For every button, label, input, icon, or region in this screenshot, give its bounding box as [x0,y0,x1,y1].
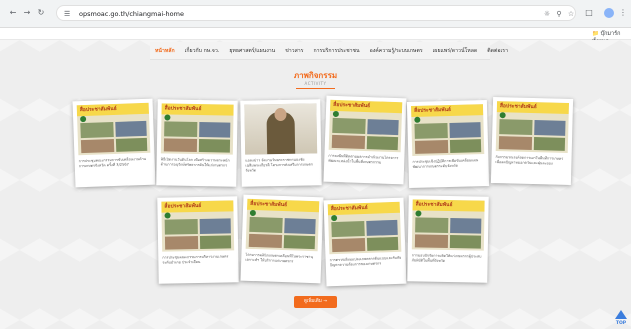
card-thumbnail: สื่อประชาสัมพันธ์ [410,104,485,156]
card-caption: การประชุมคณะกรรมการบริหารงานเกษตรระดับอำ… [162,254,229,265]
menu-item-contact[interactable]: ติดต่อเรา [482,42,513,60]
activity-card[interactable]: สื่อประชาสัมพันธ์ การประชุมเชิงปฏิบัติกา… [406,99,490,189]
arrow-up-icon [615,310,627,319]
menu-item-knowledge[interactable]: องค์ความรู้/ระบบเกษตร [365,42,428,60]
activity-card[interactable]: สื่อประชาสัมพันธ์ โครงการคลินิกเกษตรเคลื… [240,194,324,284]
forward-icon[interactable]: → [22,8,32,18]
bookmarks-bar: 📁 บุ๊กมาร์กทั้งหมด [0,28,631,45]
activity-card[interactable]: สื่อประชาสัมพันธ์ การประชุมคณะกรรมการบริ… [157,196,239,284]
main-menu: หน้าหลัก เกี่ยวกับ กษ.จว. ยุทธศาสตร์/แผน… [150,42,508,60]
bookmark-star-icon[interactable]: ☆ [566,9,576,19]
card-caption: การลงพื้นที่ติดตามผลการดำเนินงานโครงการพ… [328,153,399,165]
card-thumbnail: สื่อประชาสัมพันธ์ [328,99,403,153]
translate-icon[interactable]: ☼ [542,9,552,19]
back-icon[interactable]: ← [8,8,18,18]
activity-card[interactable]: สื่อประชาสัมพันธ์ การตรวจเยี่ยมแปลงเกษตร… [323,197,407,287]
card-caption: แถลงข่าว จัดงานวันพระราชทานธงชัยเฉลิมพระ… [245,157,313,173]
card-caption: พิธีเปิดงานวันดินโลก เพื่อสร้างความตระหน… [160,157,230,168]
card-thumbnail: สื่อประชาสัมพันธ์ [76,102,151,156]
card-thumbnail: สื่อประชาสัมพันธ์ [161,200,235,252]
section-underline [296,88,335,89]
section-subtitle: ACTIVITY [304,81,327,86]
card-caption: การมอบปัจจัยการผลิตให้แก่เกษตรกรผู้ประสบ… [411,253,482,263]
view-more-button[interactable]: ดูเพิ่มเติม → [294,296,337,308]
menu-item-strategy[interactable]: ยุทธศาสตร์/แผนงาน [224,42,280,60]
menu-item-downloads[interactable]: เผยแพร่/ดาวน์โหลด [428,42,483,60]
card-caption: การตรวจเยี่ยมแปลงเกษตรกรต้นแบบและรับฟังป… [329,255,402,268]
card-thumbnail [244,103,318,155]
activity-card[interactable]: สื่อประชาสัมพันธ์ พิธีเปิดงานวันดินโลก เ… [156,99,238,187]
menu-item-news[interactable]: ข่าวสาร [280,42,308,60]
top-label: TOP [615,321,627,326]
activity-card[interactable]: สื่อประชาสัมพันธ์ การมอบปัจจัยการผลิตให้… [407,195,489,283]
menu-item-home[interactable]: หน้าหลัก [150,42,180,60]
card-caption: การประชุมเชิงปฏิบัติการเพื่อขับเคลื่อนแผ… [412,158,479,169]
card-thumbnail: สื่อประชาสัมพันธ์ [495,101,570,153]
activity-card[interactable]: สื่อประชาสัมพันธ์ กิจกรรมรณรงค์ลดการเผาใ… [490,96,574,186]
card-caption: โครงการคลินิกเกษตรเคลื่อนที่ในพระราชานุเ… [245,252,314,264]
activity-card[interactable]: แถลงข่าว จัดงานวันพระราชทานธงชัยเฉลิมพระ… [240,99,322,187]
zoom-icon[interactable]: ⚲ [554,9,564,19]
card-caption: การประชุมคณะกรรมการขับเคลื่อนงานด้านการเ… [78,156,147,169]
profile-avatar[interactable] [604,8,614,18]
page-content: หน้าหลัก เกี่ยวกับ กษ.จว. ยุทธศาสตร์/แผน… [0,40,631,329]
card-thumbnail: สื่อประชาสัมพันธ์ [411,199,485,251]
card-thumbnail: สื่อประชาสัมพันธ์ [245,198,320,252]
card-thumbnail: สื่อประชาสัมพันธ์ [327,201,402,255]
menu-icon[interactable]: ⋮ [618,8,628,18]
menu-item-services[interactable]: การบริการประชาชน [308,42,364,60]
activity-card[interactable]: สื่อประชาสัมพันธ์ การลงพื้นที่ติดตามผลกา… [323,95,407,185]
card-caption: กิจกรรมรณรงค์ลดการเผาในพื้นที่การเกษตร เ… [495,155,564,166]
back-to-top-button[interactable]: TOP [614,310,628,328]
reload-icon[interactable]: ↻ [36,8,46,18]
extensions-icon[interactable]: □ [584,8,594,18]
activity-card[interactable]: สื่อประชาสัมพันธ์ การประชุมคณะกรรมการขับ… [72,98,156,188]
site-info-icon[interactable]: ☰ [64,9,74,19]
url-text[interactable]: opsmoac.go.th/chiangmai-home [79,9,184,19]
browser-toolbar: ← → ↻ ☰ opsmoac.go.th/chiangmai-home ☼ ⚲… [0,0,631,28]
menu-item-about[interactable]: เกี่ยวกับ กษ.จว. [180,42,225,60]
address-bar[interactable]: ☰ opsmoac.go.th/chiangmai-home ☼ ⚲ ☆ [56,5,576,21]
card-thumbnail: สื่อประชาสัมพันธ์ [160,103,234,155]
